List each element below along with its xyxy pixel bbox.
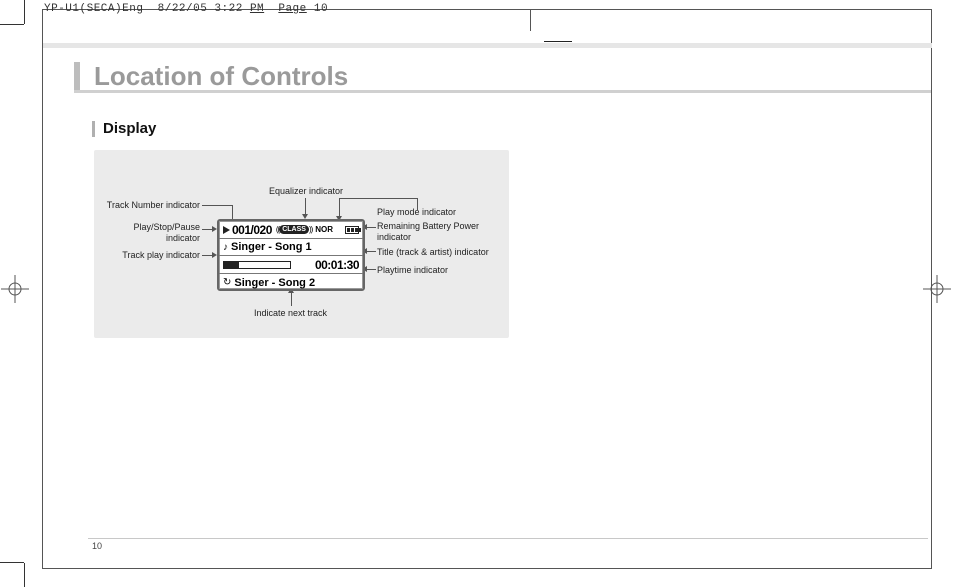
slug-pageno: 10 [314, 3, 328, 15]
subsection-accent [92, 121, 95, 137]
slug-date: 8/22/05 3:22 [158, 3, 243, 15]
equalizer-icon: ((CLASS)) [276, 225, 312, 234]
header-band [43, 43, 932, 48]
play-icon [223, 226, 230, 234]
callout-play-stop-pause: Play/Stop/Pause indicator [100, 222, 200, 244]
lcd-play-mode: NOR [315, 225, 333, 234]
lcd-next-title: Singer - Song 2 [234, 277, 315, 289]
progress-bar-icon [223, 261, 291, 269]
section-accent [74, 62, 80, 92]
lcd-row-progress: 00:01:30 [219, 256, 363, 274]
callout-equalizer: Equalizer indicator [269, 186, 343, 197]
lcd-display: 001/020 ((CLASS)) NOR ♪ Singer - Song 1 … [217, 219, 365, 291]
crop-mark [24, 563, 25, 587]
lcd-playtime: 00:01:30 [315, 258, 359, 272]
lcd-row-status: 001/020 ((CLASS)) NOR [219, 221, 363, 239]
section-underline [74, 90, 931, 93]
crop-mark [24, 0, 25, 24]
section-title: Location of Controls [94, 61, 348, 92]
arrow [417, 198, 418, 210]
section-header: Location of Controls [74, 58, 348, 92]
arrow [366, 251, 376, 252]
crop-mark [0, 24, 24, 25]
arrow [202, 205, 232, 206]
callout-playtime: Playtime indicator [377, 265, 448, 276]
display-diagram-panel: Equalizer indicator Track Number indicat… [94, 150, 509, 338]
page-number: 10 [92, 541, 102, 551]
arrow [366, 227, 376, 228]
lcd-track-counter: 001/020 [232, 223, 272, 237]
registration-mark-icon [923, 275, 951, 303]
gutter-mark [530, 9, 531, 31]
slug-pageword: Page [278, 3, 306, 15]
lcd-current-title: Singer - Song 1 [231, 241, 312, 253]
music-note-icon: ♪ [223, 242, 228, 253]
subsection-header: Display [92, 120, 156, 137]
lcd-row-next: ↻ Singer - Song 2 [219, 274, 363, 291]
arrow [339, 198, 417, 199]
callout-battery: Remaining Battery Power indicator [377, 221, 479, 243]
arrow [366, 269, 376, 270]
arrow [339, 198, 340, 218]
callout-next-track: Indicate next track [254, 308, 327, 319]
battery-icon [345, 226, 359, 234]
next-track-icon: ↻ [223, 277, 231, 288]
print-slug: YP-U1(SECA)Eng 8/22/05 3:22 PM Page 10 [44, 3, 328, 15]
arrow [291, 292, 292, 306]
crop-mark [0, 562, 24, 563]
slug-ampm: PM [250, 3, 264, 15]
callout-track-play: Track play indicator [100, 250, 200, 261]
registration-mark-icon [1, 275, 29, 303]
subsection-title: Display [103, 120, 156, 137]
lcd-row-title: ♪ Singer - Song 1 [219, 239, 363, 256]
callout-title: Title (track & artist) indicator [377, 247, 489, 258]
slug-file: YP-U1(SECA)Eng [44, 3, 143, 15]
callout-track-number: Track Number indicator [100, 200, 200, 211]
